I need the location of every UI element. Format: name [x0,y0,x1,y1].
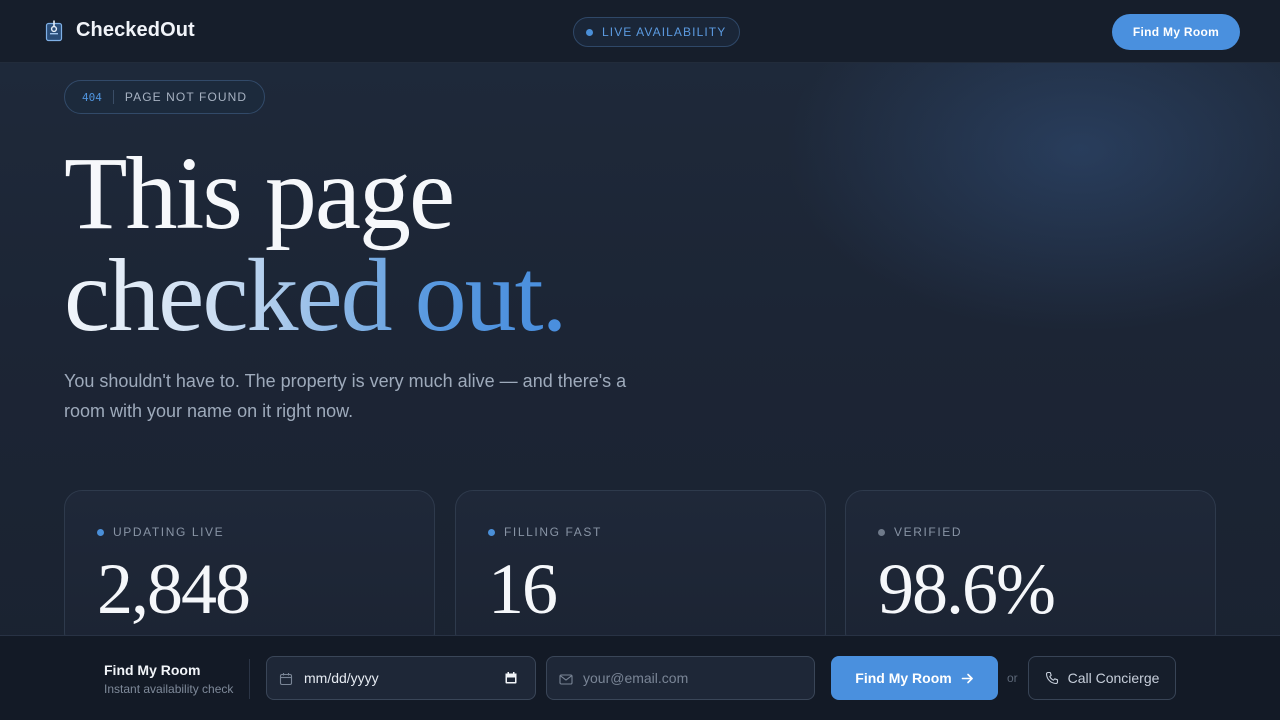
calendar-picker-icon[interactable] [505,672,517,684]
top-nav: CheckedOut LIVE AVAILABILITY Find My Roo… [0,0,1280,63]
error-badge-divider [112,90,114,104]
status-dot [97,528,104,536]
call-concierge-button[interactable]: Call Concierge [1028,656,1176,700]
error-message: PAGE NOT FOUND [124,90,248,104]
brand-logo[interactable]: CheckedOut [44,19,195,42]
stat-card-header: UPDATING LIVE [97,525,224,539]
stat-card-filling-fast: FILLING FAST 16 [455,490,826,650]
email-field[interactable] [546,656,815,700]
live-availability-label: LIVE AVAILABILITY [602,25,727,39]
booking-bar: Find My Room Instant availability check … [0,635,1280,720]
find-room-submit-button[interactable]: Find My Room [831,656,998,700]
calendar-icon [279,673,293,686]
booking-bar-divider [249,659,250,699]
live-availability-badge: LIVE AVAILABILITY [573,17,741,47]
stat-card-header: VERIFIED [878,525,962,539]
phone-icon [1045,671,1058,685]
find-room-submit-label: Find My Room [855,670,952,686]
error-code: 404 [82,90,102,104]
live-status-dot [586,28,593,36]
stat-label: VERIFIED [894,525,963,539]
stat-label: UPDATING LIVE [113,525,225,539]
stat-label: FILLING FAST [504,525,602,539]
stat-card-header: FILLING FAST [488,525,602,539]
stat-card-updating-live: UPDATING LIVE 2,848 [64,490,435,650]
status-dot [878,528,885,536]
hero-headline-line2: checked out. [64,238,568,353]
date-value: mm/dd/yyyy [304,670,379,686]
hero-subtitle: You shouldn't have to. The property is v… [64,371,627,421]
booking-bar-subtitle: Instant availability check [104,682,234,696]
door-hanger-icon [45,20,63,41]
hero-headline: This page checked out. [64,142,568,348]
hero-headline-line1: This page [64,136,455,251]
or-separator: or [1007,671,1018,685]
arrow-right-icon [961,673,973,683]
header-find-room-button[interactable]: Find My Room [1112,14,1240,50]
email-input[interactable] [583,657,808,699]
brand-name: CheckedOut [76,19,195,41]
status-dot [488,528,495,536]
stat-value: 16 [488,549,558,629]
date-field[interactable]: mm/dd/yyyy [266,656,536,700]
stat-value: 2,848 [97,549,251,629]
booking-bar-title: Find My Room [104,662,201,678]
mail-icon [559,674,573,685]
stat-card-verified: VERIFIED 98.6% [845,490,1216,650]
error-badge: 404 PAGE NOT FOUND [64,80,266,114]
call-concierge-label: Call Concierge [1067,670,1160,686]
stat-value: 98.6% [878,549,1056,629]
